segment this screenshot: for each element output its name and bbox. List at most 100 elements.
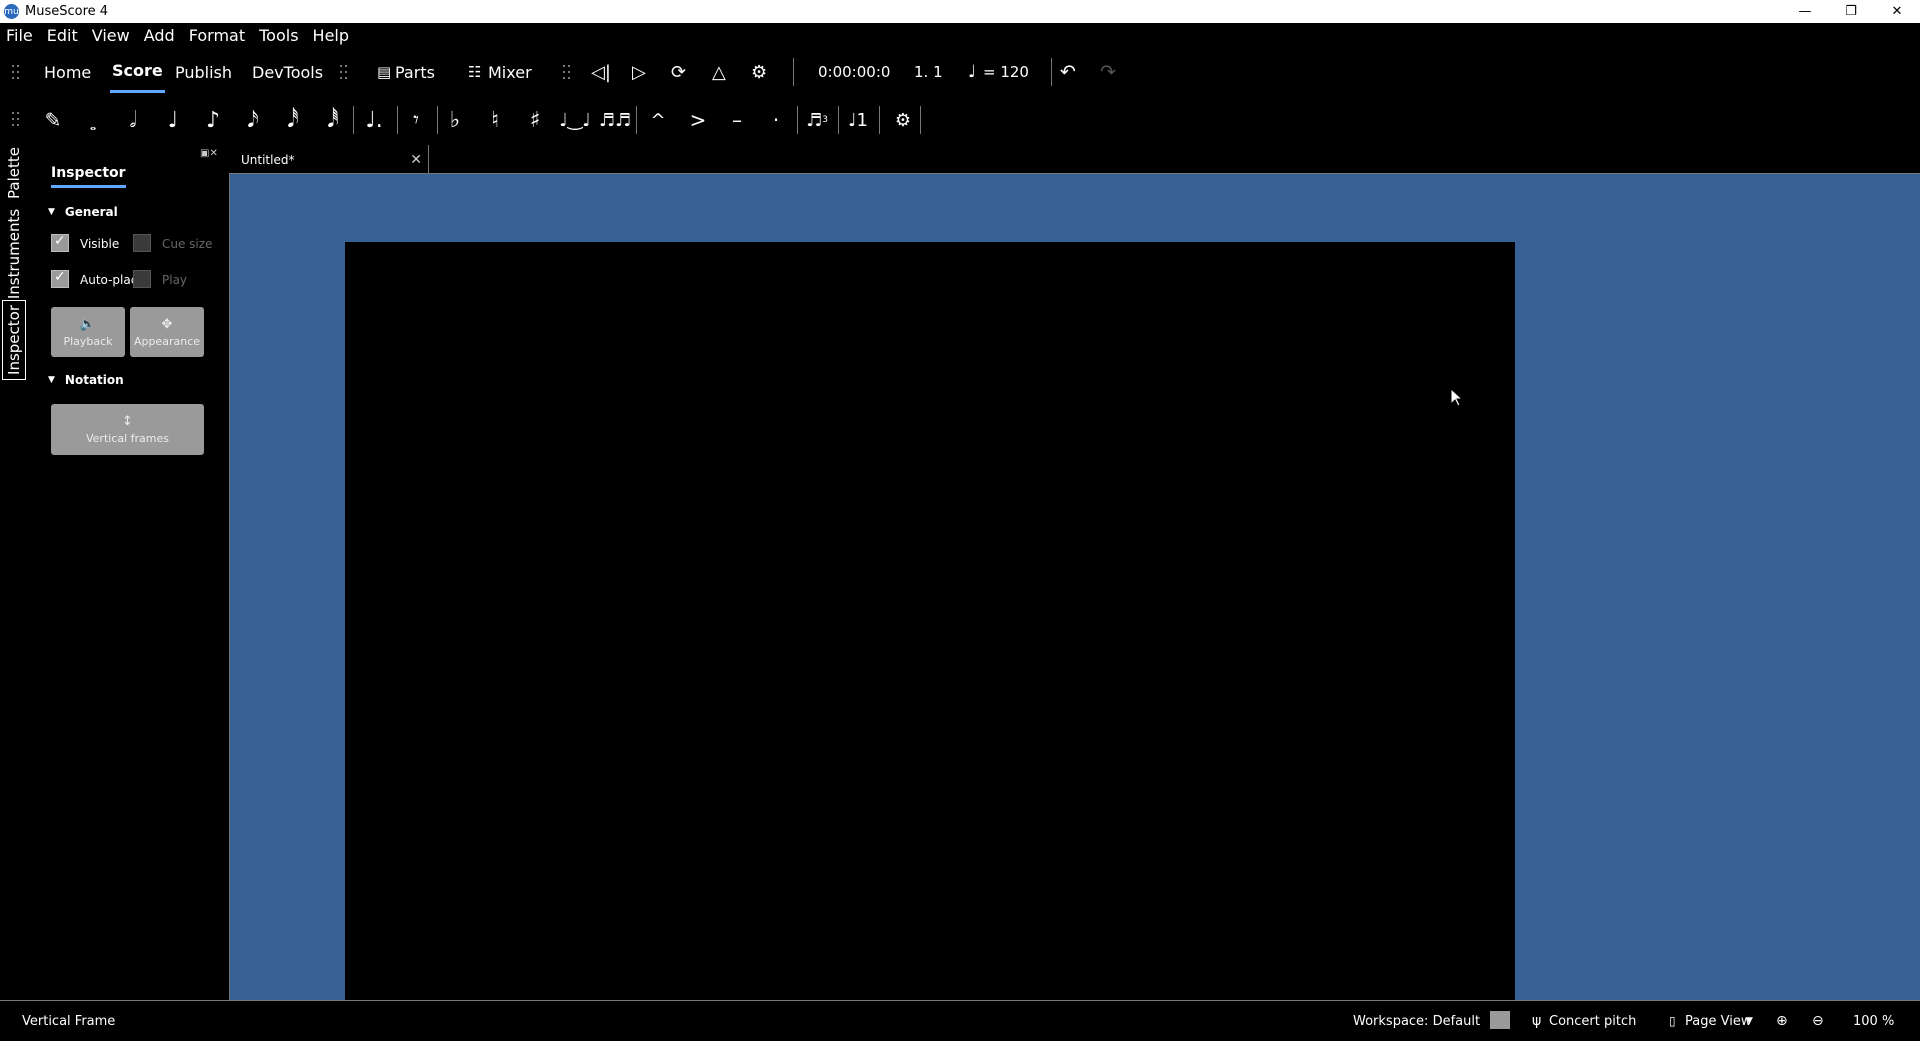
menu-tools[interactable]: Tools: [259, 26, 298, 45]
tab-devtools[interactable]: DevTools: [252, 51, 323, 93]
mixer-button[interactable]: Mixer: [488, 51, 532, 93]
minimize-icon[interactable]: —: [1782, 0, 1828, 23]
accent-icon[interactable]: >: [680, 98, 716, 142]
tab-instruments-label: Instruments: [5, 208, 24, 300]
play-checkbox[interactable]: [133, 270, 151, 288]
zoom-level[interactable]: 100 %: [1853, 1001, 1894, 1041]
tab-inspector[interactable]: Inspector: [2, 300, 26, 380]
close-tab-icon[interactable]: ✕: [410, 152, 422, 168]
page-view-icon: ▯: [1669, 1014, 1676, 1028]
tab-inspector-label: Inspector: [5, 305, 23, 375]
panel-undock-close-icon[interactable]: ▣✕: [200, 148, 218, 159]
window-title: MuseScore 4: [25, 4, 109, 19]
sharp-icon[interactable]: ♯: [517, 98, 553, 142]
play-icon[interactable]: ▷: [632, 51, 646, 93]
tab-home[interactable]: Home: [44, 51, 91, 93]
rewind-icon[interactable]: ◁|: [591, 51, 611, 93]
auto-place-checkbox[interactable]: [51, 269, 69, 288]
flat-icon[interactable]: ♭: [437, 98, 473, 142]
menu-format[interactable]: Format: [189, 26, 245, 45]
redo-icon[interactable]: ↷: [1100, 51, 1116, 93]
score-page[interactable]: [345, 242, 1515, 1000]
inspector-panel-tab[interactable]: Inspector: [51, 165, 126, 188]
tab-palette-label: Palette: [5, 147, 24, 199]
staccato-icon[interactable]: ·: [758, 98, 794, 142]
playback-settings-gear-icon[interactable]: ⚙: [751, 51, 767, 93]
voice-one-icon[interactable]: ♩1: [840, 98, 876, 142]
toolbar-divider: [1051, 58, 1052, 86]
section-general-title: General: [64, 205, 118, 219]
natural-icon[interactable]: ♮: [477, 98, 513, 142]
cue-size-checkbox[interactable]: [133, 234, 151, 252]
parts-button[interactable]: Parts: [395, 51, 435, 93]
zoom-in-icon[interactable]: ⊕: [1776, 1001, 1788, 1041]
tab-palette[interactable]: Palette: [2, 145, 26, 201]
note-input-pencil-icon[interactable]: ✎: [35, 98, 71, 142]
workspace-selector[interactable]: Workspace: Default: [1353, 1001, 1480, 1041]
sixty-fourth-note-icon[interactable]: 𝅘𝅥𝅱: [315, 98, 351, 142]
toolbar-grip-handle[interactable]: [563, 65, 571, 81]
section-general[interactable]: ▼ General: [48, 205, 118, 219]
selection-status: Vertical Frame: [22, 1013, 116, 1029]
menu-add[interactable]: Add: [144, 26, 175, 45]
concert-pitch-toggle[interactable]: Concert pitch: [1549, 1001, 1636, 1041]
tab-score[interactable]: Score: [110, 51, 165, 93]
chevron-down-icon[interactable]: ▼: [1746, 1001, 1753, 1041]
musescore-app-icon: mu: [4, 4, 19, 19]
restore-icon[interactable]: ❐: [1828, 0, 1874, 23]
menu-help[interactable]: Help: [313, 26, 349, 45]
eighth-note-icon[interactable]: ♪: [195, 98, 231, 142]
close-window-icon[interactable]: ✕: [1874, 0, 1920, 23]
toolbar-divider: [920, 106, 921, 134]
note-input-customize-icon[interactable]: ⚙: [885, 98, 921, 142]
mouse-cursor-icon: [1451, 389, 1463, 407]
zoom-out-icon[interactable]: ⊖: [1812, 1001, 1824, 1041]
view-mode-selector[interactable]: Page View: [1685, 1001, 1751, 1041]
vertical-frames-label: Vertical frames: [85, 432, 170, 445]
visible-checkbox[interactable]: [51, 233, 69, 252]
toolbar-grip-handle[interactable]: [12, 112, 20, 128]
menu-edit[interactable]: Edit: [47, 26, 78, 45]
rest-icon[interactable]: 𝄾: [398, 98, 434, 142]
tab-publish[interactable]: Publish: [175, 51, 232, 93]
toolbar-divider: [353, 106, 354, 134]
tie-icon[interactable]: ♩‿♩: [557, 98, 593, 142]
tenuto-icon[interactable]: –: [719, 98, 755, 142]
quarter-note-duration-icon[interactable]: ♩: [155, 98, 191, 142]
menu-file[interactable]: File: [6, 26, 33, 45]
thirty-second-note-icon[interactable]: 𝅘𝅥𝅰: [275, 98, 311, 142]
playback-button[interactable]: 🔈 Playback: [51, 307, 125, 357]
sixteenth-note-icon[interactable]: 𝅘𝅥𝅯: [235, 98, 271, 142]
marcato-icon[interactable]: ^: [640, 98, 676, 142]
slur-icon[interactable]: ♬♬: [597, 98, 633, 142]
toolbar-grip-handle[interactable]: [12, 65, 20, 81]
menu-view[interactable]: View: [92, 26, 130, 45]
score-canvas[interactable]: [229, 174, 1920, 1000]
half-note-icon[interactable]: 𝅗𝅥: [115, 98, 151, 142]
vertical-frames-button[interactable]: ↕ Vertical frames: [51, 404, 204, 455]
section-notation-title: Notation: [64, 373, 124, 387]
tuning-fork-icon: ψ: [1532, 1013, 1542, 1029]
visible-label: Visible: [80, 237, 120, 251]
tab-instruments[interactable]: Instruments: [2, 205, 26, 303]
section-notation[interactable]: ▼ Notation: [48, 373, 124, 387]
workspace-color-swatch[interactable]: [1490, 1011, 1510, 1029]
document-tab-title: Untitled*: [241, 152, 295, 167]
loop-icon[interactable]: ⟳: [671, 51, 686, 93]
toolbar-divider: [797, 106, 798, 134]
document-tab[interactable]: Untitled* ✕: [229, 145, 429, 174]
toolbar-divider: [838, 106, 839, 134]
playback-position: 1. 1: [914, 63, 943, 81]
speaker-icon: 🔈: [79, 316, 97, 332]
toolbar-grip-handle[interactable]: [340, 65, 348, 81]
play-label: Play: [162, 273, 188, 287]
appearance-button[interactable]: ✥ Appearance: [130, 307, 204, 357]
toolbar-divider: [793, 58, 794, 86]
playback-time: 0:00:00:0: [818, 63, 891, 81]
whole-note-icon[interactable]: 𝅝: [75, 98, 111, 142]
tuplet-icon[interactable]: ♬ 3: [799, 98, 835, 142]
window-controls: — ❐ ✕: [1782, 0, 1920, 23]
undo-icon[interactable]: ↶: [1060, 51, 1076, 93]
metronome-icon[interactable]: △: [712, 51, 726, 93]
augmentation-dot-icon[interactable]: ♩.: [356, 98, 392, 142]
